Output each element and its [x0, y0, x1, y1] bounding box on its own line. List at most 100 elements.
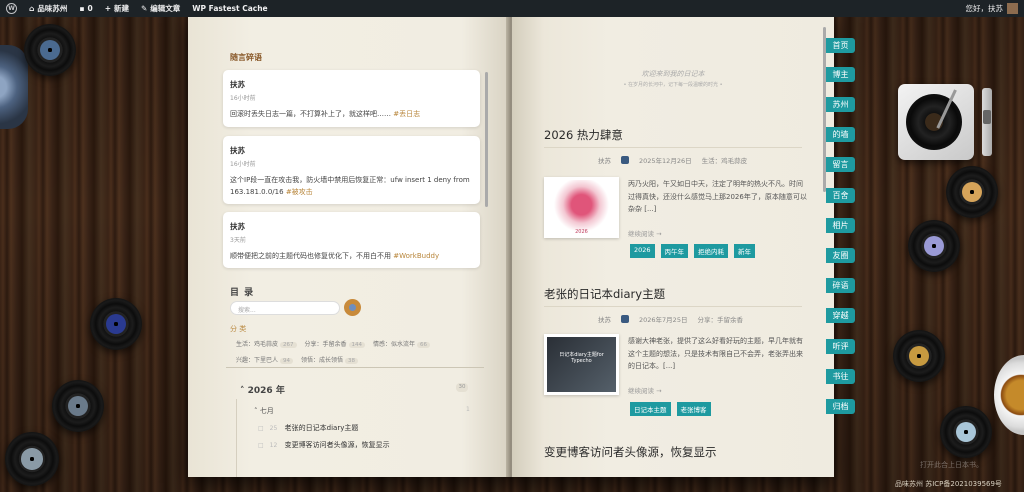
tag-link[interactable]: 老张博客 [676, 402, 711, 416]
category-link[interactable]: 分享：手留余香 144 [305, 339, 366, 348]
notes-scrollbar[interactable] [485, 72, 488, 207]
vinyl-record-icon[interactable] [5, 432, 59, 486]
author-avatar-icon [621, 315, 629, 323]
post-thumbnail[interactable]: 日记本diary主题for Typecho [544, 334, 619, 395]
vinyl-record-icon[interactable] [52, 380, 104, 432]
search-button[interactable] [344, 299, 361, 316]
edit-post-link[interactable]: ✎ 编辑文章 [135, 0, 186, 17]
comments-link[interactable]: ▪ 0 [73, 0, 98, 17]
post-meta: 扶苏 2025年12月26日 生活：鸡毛蒜皮 [598, 156, 748, 165]
archive-year[interactable]: ˄ 2026 年 [240, 383, 285, 396]
vinyl-record-icon[interactable] [893, 330, 945, 382]
note-text: 这个IP段一直在攻击我，防火墙中禁用后恢复正常：ufw insert 1 den… [230, 176, 470, 196]
note-card: 扶苏 3天前 顺带便把之前的主题代码也修复优化下，不用白不用 #WorkBudd… [223, 212, 480, 268]
footer-icp[interactable]: 品味苏州 苏ICP备2021039569号 [895, 479, 1002, 489]
post-tags: 日记本主题 老张博客 [630, 402, 711, 416]
fastest-cache-link[interactable]: WP Fastest Cache [186, 0, 273, 17]
vinyl-record-icon[interactable] [946, 166, 998, 218]
nav-tab-friends[interactable]: 友圈 [826, 248, 855, 263]
post-tags: 2026 丙午年 拒绝内耗 新年 [630, 244, 756, 258]
diary-subheader: • 在岁月的长河中，记下每一段温暖的时光 • [623, 82, 723, 88]
nav-tab-archive[interactable]: 归档 [826, 399, 855, 414]
nav-tab-reviews[interactable]: 听评 [826, 339, 855, 354]
new-content-link[interactable]: + 新建 [99, 0, 135, 17]
tag-link[interactable]: 丙午年 [660, 244, 689, 258]
note-tag[interactable]: #丢日志 [393, 110, 420, 118]
left-page: 随言碎语 扶苏 16小时前 回滚时丢失日志一篇，不打算补上了，就这样吧…… #丢… [188, 17, 510, 477]
nav-tab-notes[interactable]: 碎语 [826, 278, 855, 293]
volume-slider[interactable] [982, 88, 992, 156]
wordpress-icon: W [6, 3, 17, 14]
diary-header: 欢迎来到我的日记本 [641, 70, 705, 78]
divider [226, 367, 484, 368]
nav-tab-wall[interactable]: 的墙 [826, 127, 855, 142]
post-title-link[interactable]: 老张的日记本diary主题 [544, 286, 665, 302]
right-page: 欢迎来到我的日记本 • 在岁月的长河中，记下每一段温暖的时光 • 2026 热力… [512, 17, 834, 477]
nav-tab-photos[interactable]: 相片 [826, 218, 855, 233]
nav-tab-blogger[interactable]: 博主 [826, 67, 855, 82]
slider-handle[interactable] [983, 110, 991, 124]
home-icon: ⌂ [29, 4, 35, 13]
footer-hint: 打开此合上日本书。 [920, 461, 983, 469]
playing-record [906, 94, 962, 150]
note-tag[interactable]: #被攻击 [286, 188, 313, 196]
lamp-decoration [0, 45, 28, 129]
post-meta: 扶苏 2026年7月25日 分享：手留余香 [598, 315, 743, 324]
post-thumbnail[interactable]: 2026 [544, 177, 619, 238]
toc-title: 目 录 [230, 288, 255, 298]
note-card: 扶苏 16小时前 回滚时丢失日志一篇，不打算补上了，就这样吧…… #丢日志 [223, 70, 480, 127]
note-author: 扶苏 [230, 80, 245, 89]
nav-tab-baishe[interactable]: 百舍 [826, 188, 855, 203]
turntable-player[interactable] [898, 84, 974, 160]
note-tag[interactable]: #WorkBuddy [393, 252, 439, 260]
category-link[interactable]: 领悟：成长领悟 38 [301, 355, 359, 364]
nav-tab-suzhou[interactable]: 苏州 [826, 97, 855, 112]
pencil-icon: ✎ [140, 4, 148, 13]
note-author: 扶苏 [230, 222, 245, 231]
vinyl-record-icon[interactable] [908, 220, 960, 272]
note-author: 扶苏 [230, 146, 245, 155]
read-more-link[interactable]: 继续阅读 → [628, 385, 662, 395]
post-title-link[interactable]: 2026 热力肆意 [544, 127, 623, 143]
read-more-link[interactable]: 继续阅读 → [628, 228, 662, 238]
category-heading: 分 类 [230, 325, 247, 333]
note-text: 回滚时丢失日志一篇，不打算补上了，就这样吧…… #丢日志 [230, 110, 421, 118]
tag-link[interactable]: 拒绝内耗 [694, 244, 729, 258]
category-list: 兴趣：下里巴人 94 领悟：成长领悟 38 [236, 355, 359, 364]
site-name-link[interactable]: ⌂ 品味苏州 [23, 0, 73, 17]
divider [544, 147, 802, 148]
vinyl-record-icon[interactable] [940, 406, 992, 458]
user-account-menu[interactable]: 您好，扶苏 [966, 3, 1024, 14]
nav-tab-guestbook[interactable]: 留言 [826, 157, 855, 172]
category-link[interactable]: 情感：似水流年 66 [373, 339, 431, 348]
nav-tab-letters[interactable]: 书往 [826, 369, 855, 384]
category-count: 144 [348, 342, 366, 348]
category-link[interactable]: 兴趣：下里巴人 94 [236, 355, 294, 364]
search-icon [349, 304, 356, 311]
tag-link[interactable]: 新年 [734, 244, 756, 258]
archive-line [236, 399, 237, 477]
year-count: 30 [456, 383, 468, 392]
post-excerpt: 丙乃火阳，午又如日中天，注定了明年的热火不凡。时间过得真快，还没什么感觉马上那2… [628, 180, 807, 213]
note-card: 扶苏 16小时前 这个IP段一直在攻击我，防火墙中禁用后恢复正常：ufw ins… [223, 136, 480, 204]
note-time: 3天前 [230, 237, 246, 244]
wordpress-logo[interactable]: W [0, 0, 23, 17]
archive-post-link[interactable]: □ 12 变更博客访问者头像源，恢复显示 [258, 440, 390, 450]
vinyl-record-icon[interactable] [90, 298, 142, 350]
diary-book: 随言碎语 扶苏 16小时前 回滚时丢失日志一篇，不打算补上了，就这样吧…… #丢… [188, 17, 834, 477]
archive-month[interactable]: ˄ 七月 [254, 406, 274, 416]
category-link[interactable]: 生活：鸡毛蒜皮 267 [236, 339, 297, 348]
nav-tab-home[interactable]: 首页 [826, 38, 855, 53]
search-input[interactable]: 搜索... [230, 301, 340, 315]
vinyl-record-icon[interactable] [24, 24, 76, 76]
tag-link[interactable]: 2026 [630, 244, 655, 258]
nav-tab-travel[interactable]: 穿越 [826, 308, 855, 323]
note-time: 16小时前 [230, 161, 256, 168]
divider [544, 306, 802, 307]
archive-post-link[interactable]: □ 25 老张的日记本diary主题 [258, 423, 358, 433]
category-list: 生活：鸡毛蒜皮 267 分享：手留余香 144 情感：似水流年 66 [236, 339, 431, 348]
plus-icon: + [104, 4, 111, 13]
tag-link[interactable]: 日记本主题 [630, 402, 671, 416]
category-count: 66 [417, 342, 431, 348]
post-title-link[interactable]: 变更博客访问者头像源，恢复显示 [544, 444, 717, 460]
